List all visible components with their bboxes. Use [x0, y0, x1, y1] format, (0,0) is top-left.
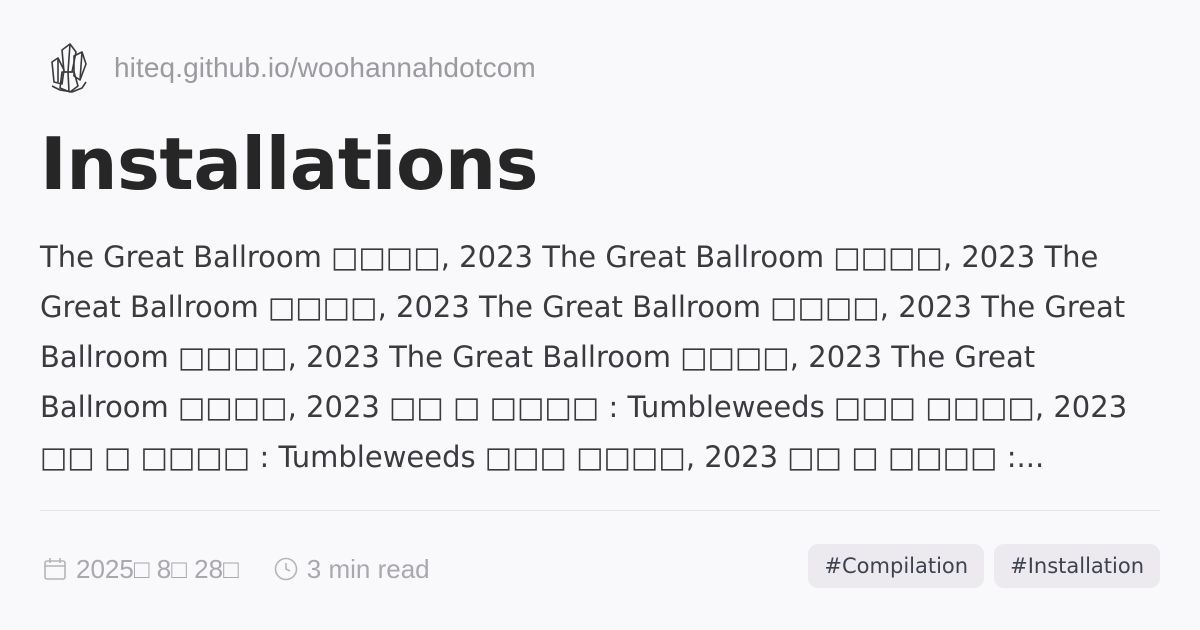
- site-header: hiteq.github.io/woohannahdotcom: [44, 40, 536, 96]
- tag-compilation[interactable]: #Compilation: [808, 544, 985, 588]
- clock-icon: [273, 556, 299, 582]
- post-excerpt: The Great Ballroom □□□□, 2023 The Great …: [40, 240, 1128, 474]
- post-date: 2025□ 8□ 28□: [42, 554, 239, 585]
- crystal-cluster-icon[interactable]: [44, 40, 92, 96]
- read-time: 3 min read: [273, 554, 430, 585]
- site-url[interactable]: hiteq.github.io/woohannahdotcom: [114, 52, 536, 84]
- post-date-text: 2025□ 8□ 28□: [76, 553, 239, 584]
- tag-list: #Compilation #Installation: [808, 544, 1160, 588]
- calendar-icon: [42, 556, 68, 582]
- tag-installation[interactable]: #Installation: [994, 544, 1160, 588]
- divider: [40, 510, 1160, 511]
- read-time-text: 3 min read: [306, 553, 430, 584]
- page-title: Installations: [40, 122, 539, 206]
- post-meta: 2025□ 8□ 28□ 3 min read: [42, 548, 430, 590]
